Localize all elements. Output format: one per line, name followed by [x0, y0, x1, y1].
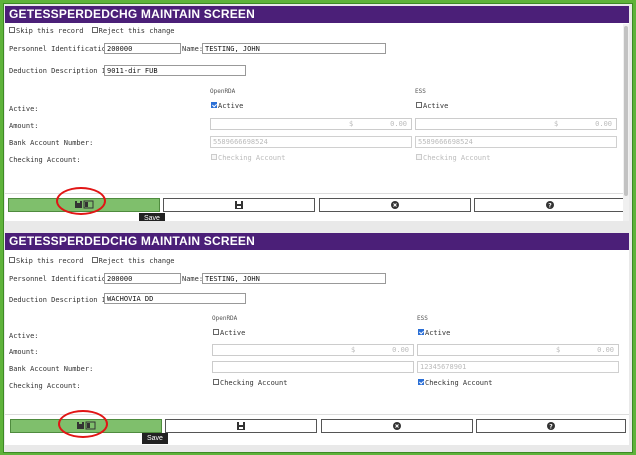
reject-change-label: Reject this change	[98, 257, 175, 265]
active-openrda-checkbox[interactable]	[211, 102, 217, 108]
active-openrda-checkbox[interactable]	[213, 329, 219, 335]
floppy-disk-icon	[235, 200, 243, 209]
checking-account-label: Checking Account:	[9, 156, 81, 164]
checking-openrda[interactable]: Checking Account	[211, 154, 285, 162]
cancel-button[interactable]	[319, 198, 471, 212]
floppy-disk-icon	[237, 421, 245, 430]
active-ess[interactable]: Active	[418, 329, 450, 337]
skip-record-option[interactable]: Skip this record Reject this change	[9, 27, 175, 35]
bank-account-openrda-input[interactable]	[212, 361, 414, 373]
name-input[interactable]: TESTING, JOHN	[202, 43, 386, 54]
deduction-id-label: Deduction Description ID:	[9, 296, 115, 304]
personnel-id-label: Personnel Identification:	[9, 275, 115, 283]
svg-text:?: ?	[549, 423, 553, 430]
checking-ess[interactable]: Checking Account	[418, 379, 492, 387]
active-ess-checkbox[interactable]	[416, 102, 422, 108]
checking-openrda-checkbox[interactable]	[211, 154, 217, 160]
currency-symbol: $	[554, 120, 559, 128]
svg-text:?: ?	[548, 202, 552, 209]
active-ess[interactable]: Active	[416, 102, 448, 110]
personnel-id-label: Personnel Identification:	[9, 45, 115, 53]
active-ess-checkbox[interactable]	[418, 329, 424, 335]
question-circle-icon: ?	[547, 421, 555, 430]
active-label: Active:	[9, 105, 39, 113]
save-button[interactable]	[165, 419, 317, 433]
reject-change-checkbox[interactable]	[91, 257, 98, 263]
bank-account-label: Bank Account Number:	[9, 139, 94, 147]
panel-gap	[5, 221, 629, 233]
amount-label: Amount:	[9, 348, 39, 356]
checking-ess-checkbox[interactable]	[416, 154, 422, 160]
highlight-circle	[58, 410, 108, 438]
save-tooltip: Save	[139, 213, 165, 221]
currency-symbol: $	[351, 346, 356, 354]
reject-change-label: Reject this change	[98, 27, 175, 35]
screen-title: GETESSPERDEDCHG MAINTAIN SCREEN	[5, 6, 629, 23]
amount-openrda-input[interactable]: $ 0.00	[212, 344, 414, 356]
checking-openrda-checkbox[interactable]	[213, 379, 219, 385]
ess-column-header: ESS	[417, 315, 428, 322]
close-circle-icon	[393, 421, 401, 430]
save-tooltip: Save	[142, 433, 168, 444]
scrollbar[interactable]	[623, 24, 629, 221]
bank-account-openrda-input[interactable]: 5589666698524	[210, 136, 412, 148]
currency-symbol: $	[556, 346, 561, 354]
help-button[interactable]: ?	[476, 419, 626, 433]
active-openrda[interactable]: Active	[211, 102, 243, 110]
save-button[interactable]	[163, 198, 315, 212]
ess-column-header: ESS	[415, 88, 426, 95]
maintain-screen-1: GETESSPERDEDCHG MAINTAIN SCREEN Skip thi…	[5, 6, 629, 221]
amount-ess-input[interactable]: $ 0.00	[417, 344, 619, 356]
bank-account-ess-input[interactable]: 5589666698524	[415, 136, 617, 148]
name-input[interactable]: TESTING, JOHN	[202, 273, 386, 284]
personnel-id-input[interactable]: 200000	[104, 273, 181, 284]
active-openrda[interactable]: Active	[213, 329, 245, 337]
checking-account-label: Checking Account:	[9, 382, 81, 390]
amount-openrda-value: 0.00	[392, 346, 409, 354]
deduction-id-input[interactable]: 9011-dir FUB	[104, 65, 246, 76]
deduction-id-label: Deduction Description ID:	[9, 67, 115, 75]
name-label: Name:	[182, 275, 204, 283]
skip-record-option[interactable]: Skip this record Reject this change	[9, 257, 175, 265]
amount-ess-input[interactable]: $ 0.00	[415, 118, 617, 130]
scrollbar-thumb[interactable]	[624, 26, 628, 196]
screen-title: GETESSPERDEDCHG MAINTAIN SCREEN	[5, 233, 629, 250]
deduction-id-input[interactable]: WACHOVIA DD	[104, 293, 246, 304]
active-label: Active:	[9, 332, 39, 340]
checking-ess[interactable]: Checking Account	[416, 154, 490, 162]
reject-change-checkbox[interactable]	[91, 27, 98, 33]
question-circle-icon: ?	[546, 200, 554, 209]
bank-account-label: Bank Account Number:	[9, 365, 94, 373]
cancel-button[interactable]	[321, 419, 473, 433]
amount-openrda-input[interactable]: $ 0.00	[210, 118, 412, 130]
highlight-circle	[56, 187, 106, 215]
checking-ess-checkbox[interactable]	[418, 379, 424, 385]
bank-account-ess-input[interactable]: 12345678901	[417, 361, 619, 373]
skip-record-checkbox[interactable]	[9, 27, 15, 33]
personnel-id-input[interactable]: 200000	[104, 43, 181, 54]
help-button[interactable]: ?	[474, 198, 626, 212]
amount-ess-value: 0.00	[595, 120, 612, 128]
openrda-column-header: OpenRDA	[210, 88, 236, 95]
amount-openrda-value: 0.00	[390, 120, 407, 128]
name-label: Name:	[182, 45, 204, 53]
checking-openrda[interactable]: Checking Account	[213, 379, 287, 387]
close-circle-icon	[391, 200, 399, 209]
skip-record-checkbox[interactable]	[9, 257, 15, 263]
amount-ess-value: 0.00	[597, 346, 614, 354]
currency-symbol: $	[349, 120, 354, 128]
amount-label: Amount:	[9, 122, 39, 130]
openrda-column-header: OpenRDA	[212, 315, 238, 322]
